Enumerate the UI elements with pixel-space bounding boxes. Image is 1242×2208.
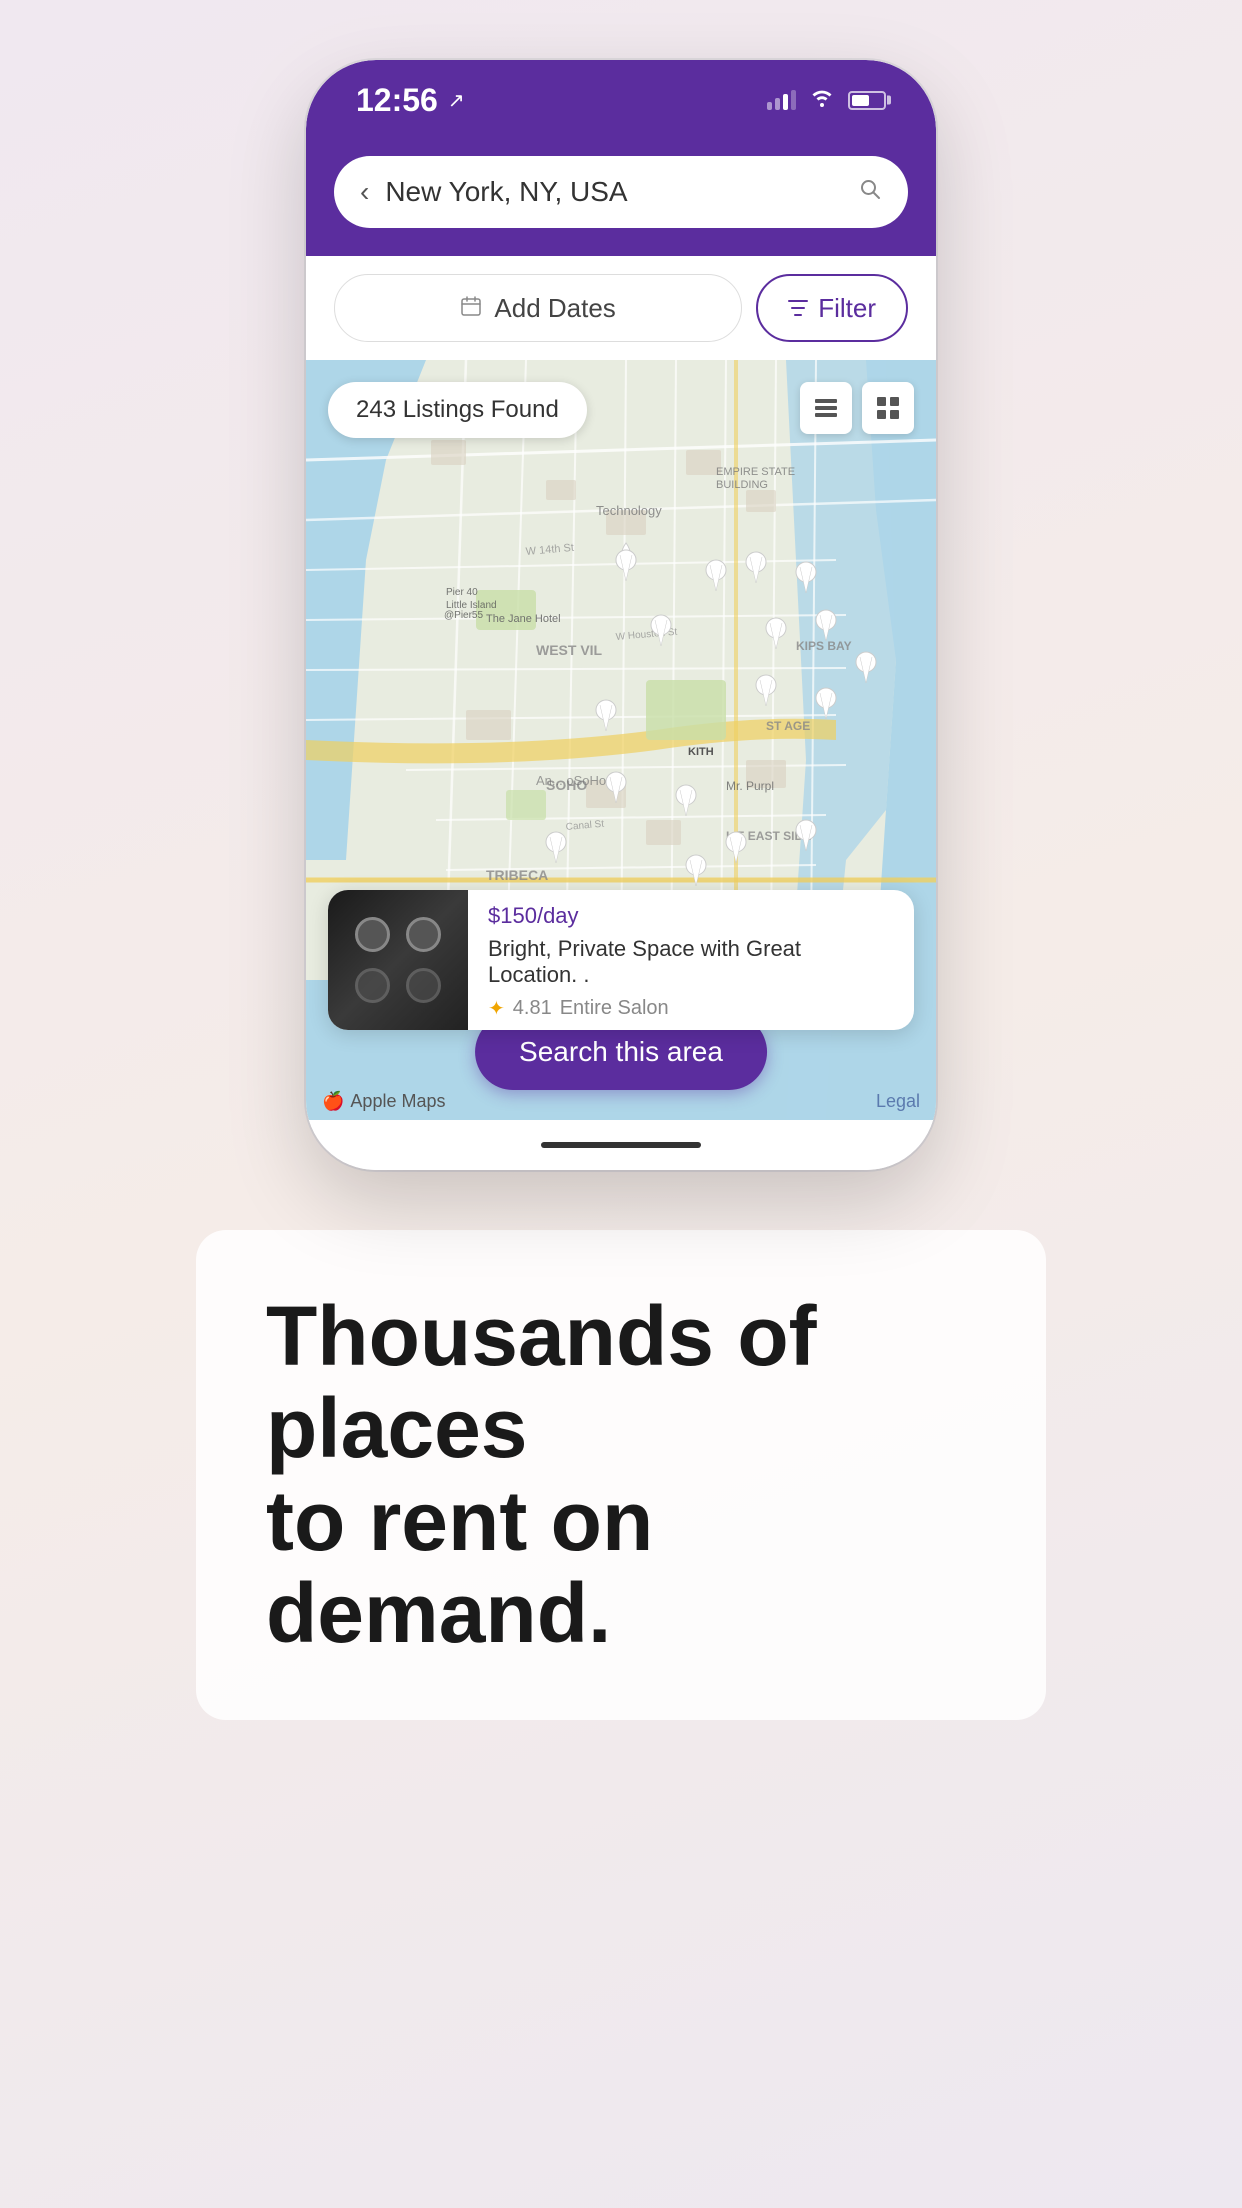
svg-text:@Pier55: @Pier55 — [444, 610, 483, 621]
list-view-toggle[interactable] — [800, 382, 852, 434]
filter-row: Add Dates Filter — [306, 256, 936, 360]
svg-text:Mr. Purpl: Mr. Purpl — [726, 779, 774, 793]
search-query: New York, NY, USA — [385, 176, 842, 208]
listing-price: $150/day — [488, 899, 894, 930]
rating-icon: ✦ — [488, 996, 505, 1021]
apple-icon: 🍎 — [322, 1091, 344, 1112]
search-bar[interactable]: ‹ New York, NY, USA — [334, 156, 908, 228]
home-indicator — [306, 1120, 936, 1170]
svg-text:ST AGE: ST AGE — [766, 719, 810, 733]
listing-image — [328, 890, 468, 1030]
svg-text:L E EAST SIDE: L E EAST SIDE — [726, 829, 811, 843]
svg-text:BUILDING: BUILDING — [716, 479, 768, 491]
svg-text:EMPIRE STATE: EMPIRE STATE — [716, 466, 795, 478]
status-icons — [767, 87, 886, 113]
phone-shell: 12:56 ↗ ‹ New York, NY, USA — [306, 60, 936, 1170]
svg-text:TRIBECA: TRIBECA — [486, 867, 548, 883]
listing-info: $150/day Bright, Private Space with Grea… — [468, 890, 914, 1030]
calendar-icon — [460, 293, 482, 324]
back-button[interactable]: ‹ — [360, 176, 369, 208]
listing-image-inner — [328, 890, 468, 1030]
status-time: 12:56 ↗ — [356, 82, 465, 119]
listings-badge: 243 Listings Found — [328, 382, 587, 438]
listing-card[interactable]: $150/day Bright, Private Space with Grea… — [328, 890, 914, 1030]
listing-title: Bright, Private Space with Great Locatio… — [488, 936, 894, 988]
maps-attribution: 🍎 Apple Maps — [322, 1091, 445, 1112]
search-icon[interactable] — [858, 177, 882, 208]
svg-text:The Jane Hotel: The Jane Hotel — [486, 613, 561, 625]
add-dates-button[interactable]: Add Dates — [334, 274, 742, 342]
svg-text:Pier 40: Pier 40 — [446, 587, 478, 598]
svg-text:KIPS BAY: KIPS BAY — [796, 639, 852, 653]
svg-text:An... oSoHo: An... oSoHo — [536, 773, 606, 788]
search-area: ‹ New York, NY, USA — [306, 140, 936, 256]
home-bar — [541, 1142, 701, 1148]
filter-icon — [788, 293, 808, 324]
listing-meta: ✦ 4.81 Entire Salon — [488, 996, 894, 1021]
location-arrow-icon: ↗ — [448, 88, 465, 113]
svg-text:KITH: KITH — [688, 746, 714, 758]
bottom-text-section: Thousands of places to rent on demand. — [196, 1230, 1046, 1720]
view-toggles — [800, 382, 914, 434]
filter-button[interactable]: Filter — [756, 274, 908, 342]
wifi-icon — [810, 87, 834, 113]
svg-text:WEST VIL: WEST VIL — [536, 642, 603, 658]
signal-icon — [767, 90, 796, 110]
map-container[interactable]: WEST VIL SOHO TRIBECA CHINATOWN L E EAST… — [306, 360, 936, 1120]
headline: Thousands of places to rent on demand. — [266, 1290, 976, 1660]
svg-text:Technology: Technology — [596, 503, 662, 518]
legal-link[interactable]: Legal — [876, 1091, 920, 1112]
grid-view-toggle[interactable] — [862, 382, 914, 434]
status-bar: 12:56 ↗ — [306, 60, 936, 140]
battery-icon — [848, 91, 886, 110]
